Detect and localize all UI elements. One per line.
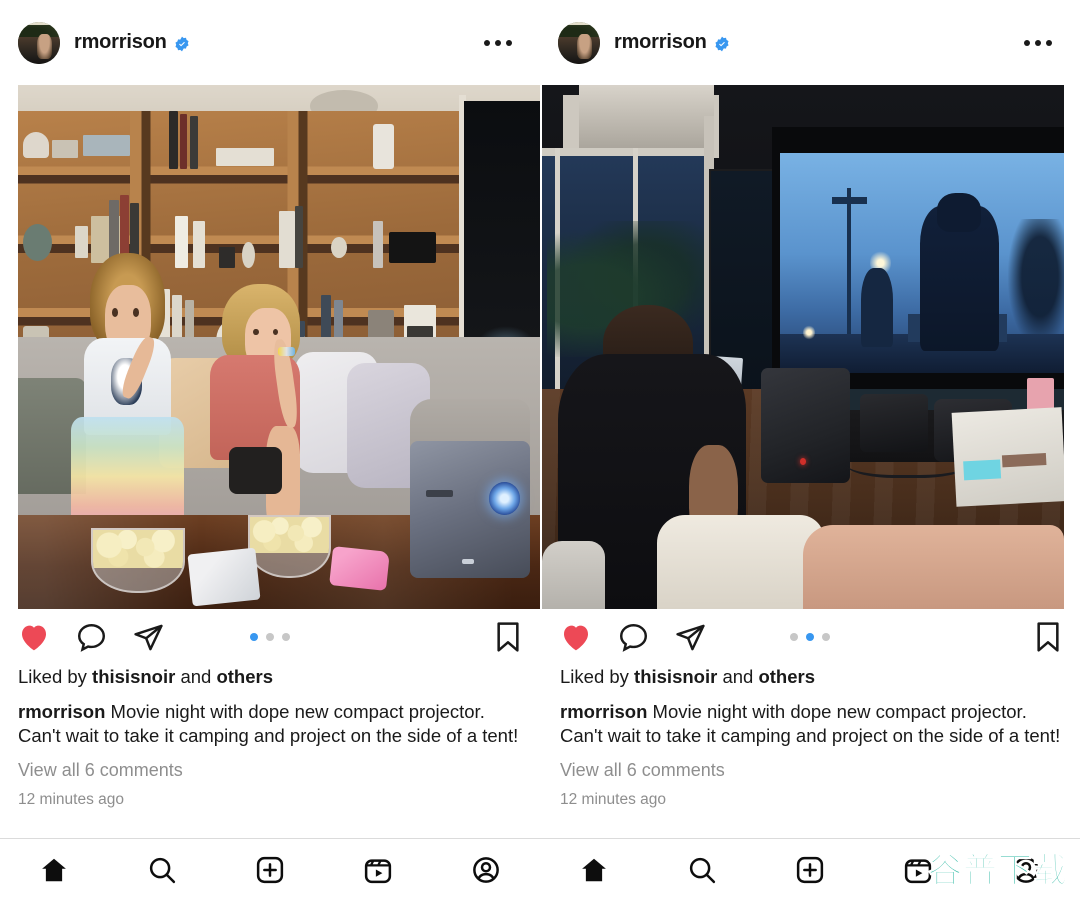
likes-middle: and [175, 666, 217, 687]
post-caption-block: Liked by thisisnoir and others rmorrison… [540, 665, 1080, 809]
nav-new-post-plus-icon[interactable] [783, 849, 837, 891]
nav-home-icon[interactable] [567, 849, 621, 891]
likes-prefix: Liked by [18, 666, 93, 687]
likes-others[interactable]: others [758, 666, 815, 687]
post-header: rmorrison [540, 0, 1080, 85]
caption-author[interactable]: rmorrison [560, 701, 647, 722]
heart-filled-icon[interactable] [560, 618, 592, 656]
instagram-feed-screen: rmorrison Liked by thisisnoir and others… [0, 0, 1080, 900]
nav-new-post-plus-icon[interactable] [243, 849, 297, 891]
user-avatar[interactable] [558, 21, 600, 64]
post-header: rmorrison [0, 0, 540, 85]
more-options-icon[interactable] [474, 32, 522, 54]
post-actions-bar [540, 609, 1080, 665]
comment-bubble-icon[interactable] [618, 618, 649, 657]
post-timestamp: 12 minutes ago [560, 790, 666, 808]
share-paper-plane-icon[interactable] [133, 618, 164, 657]
more-options-icon[interactable] [1014, 32, 1062, 54]
post-username[interactable]: rmorrison [74, 31, 167, 54]
nav-home-icon[interactable] [27, 849, 81, 891]
bookmark-icon[interactable] [494, 617, 522, 657]
post-timestamp: 12 minutes ago [18, 790, 124, 808]
nav-search-icon[interactable] [675, 849, 729, 891]
post-left: rmorrison Liked by thisisnoir and others… [0, 0, 540, 900]
post-right: rmorrison Liked by thisisnoir and others… [540, 0, 1080, 900]
post-caption-block: Liked by thisisnoir and others rmorrison… [0, 665, 540, 809]
share-paper-plane-icon[interactable] [675, 618, 706, 657]
likes-line: Liked by thisisnoir and others [560, 665, 1062, 690]
likes-username[interactable]: thisisnoir [634, 666, 717, 687]
likes-others[interactable]: others [216, 666, 273, 687]
verified-badge-icon [714, 36, 730, 52]
carousel-dot [806, 633, 814, 641]
nav-profile-icon[interactable] [459, 849, 513, 891]
likes-prefix: Liked by [560, 666, 635, 687]
nav-search-icon[interactable] [135, 849, 189, 891]
likes-line: Liked by thisisnoir and others [18, 665, 522, 690]
post-media-image[interactable] [18, 85, 540, 609]
carousel-dot [282, 633, 290, 641]
bottom-navigation-bar [0, 838, 540, 900]
caption-author[interactable]: rmorrison [18, 701, 105, 722]
likes-middle: and [717, 666, 759, 687]
view-comments-link[interactable]: View all 6 comments [560, 760, 1062, 781]
user-avatar[interactable] [18, 21, 60, 64]
site-watermark: 谷普下载 [928, 851, 1068, 892]
post-username[interactable]: rmorrison [614, 31, 707, 54]
carousel-dot [266, 633, 274, 641]
view-comments-link[interactable]: View all 6 comments [18, 760, 522, 781]
caption-text: rmorrison Movie night with dope new comp… [560, 700, 1062, 749]
bookmark-icon[interactable] [1034, 617, 1062, 657]
carousel-dot [250, 633, 258, 641]
comment-bubble-icon[interactable] [76, 618, 107, 657]
post-actions-bar [0, 609, 540, 665]
carousel-dot [822, 633, 830, 641]
carousel-dot [790, 633, 798, 641]
likes-username[interactable]: thisisnoir [92, 666, 175, 687]
post-media-image[interactable] [542, 85, 1064, 609]
caption-text: rmorrison Movie night with dope new comp… [18, 700, 522, 749]
nav-reels-icon[interactable] [351, 849, 405, 891]
heart-filled-icon[interactable] [18, 618, 50, 656]
verified-badge-icon [174, 36, 190, 52]
